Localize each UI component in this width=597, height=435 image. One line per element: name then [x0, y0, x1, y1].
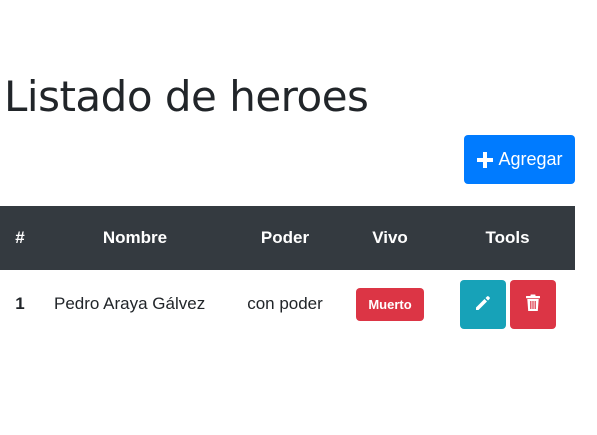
- heroes-table: # Nombre Poder Vivo Tools 1 Pedro Araya …: [0, 206, 575, 338]
- page-title: Listado de heroes: [4, 72, 369, 121]
- add-hero-label: Agregar: [498, 149, 563, 169]
- row-tools: [459, 279, 556, 329]
- column-header-tools: Tools: [485, 228, 530, 247]
- hero-tools-cell: [440, 270, 575, 338]
- column-header-name: Nombre: [102, 228, 168, 247]
- trash-icon: [525, 294, 541, 315]
- hero-number: 1: [15, 294, 25, 313]
- hero-name: Pedro Araya Gálvez: [54, 294, 206, 313]
- column-header-power: Poder: [260, 228, 310, 247]
- table-body: 1 Pedro Araya Gálvez con poder Muerto: [0, 270, 575, 338]
- edit-button[interactable]: [459, 279, 506, 329]
- plus-icon: [476, 151, 494, 169]
- status-badge[interactable]: Muerto: [356, 287, 424, 321]
- table-header-row: # Nombre Poder Vivo Tools: [0, 206, 575, 270]
- hero-power: con poder: [247, 294, 323, 313]
- table-header: # Nombre Poder Vivo Tools: [0, 206, 575, 270]
- table-row: 1 Pedro Araya Gálvez con poder Muerto: [0, 270, 575, 338]
- hero-alive-cell: Muerto: [340, 270, 440, 338]
- column-header-number: #: [15, 228, 25, 247]
- column-header-alive: Vivo: [372, 228, 408, 247]
- delete-button[interactable]: [509, 279, 556, 329]
- pencil-icon: [474, 294, 492, 315]
- add-hero-button[interactable]: Agregar: [464, 135, 575, 184]
